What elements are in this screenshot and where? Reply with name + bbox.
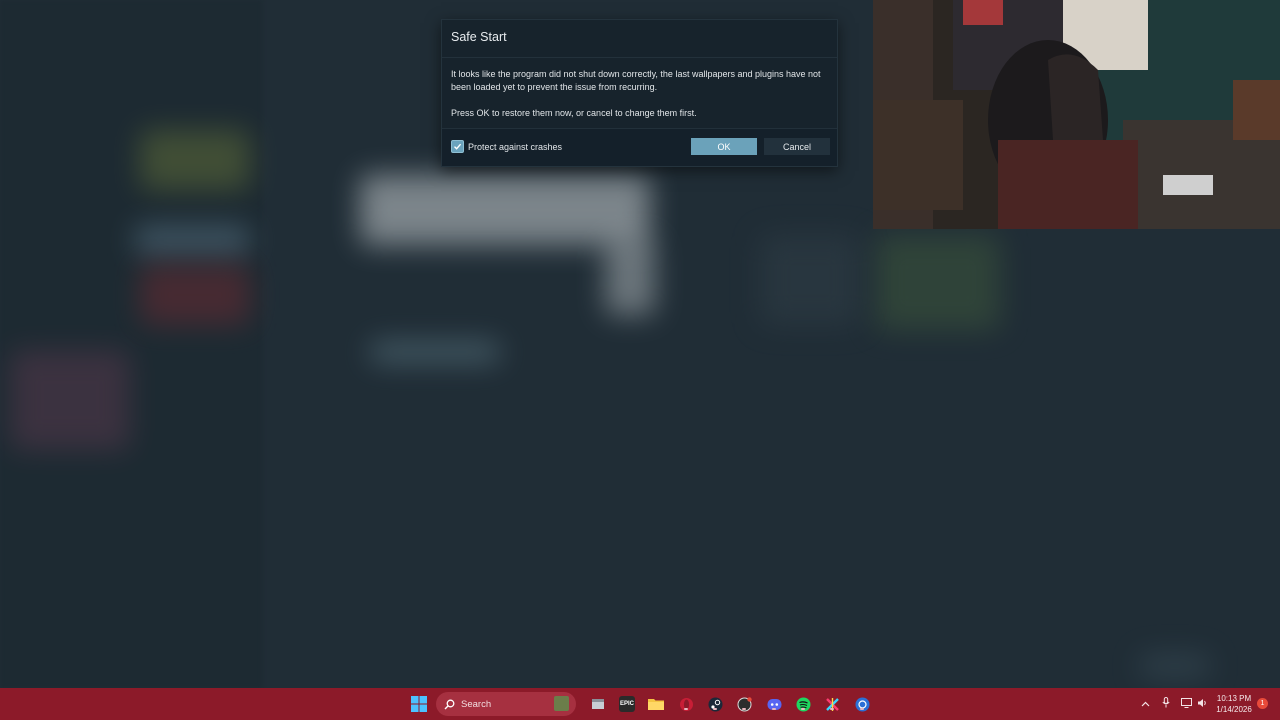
chevron-up-icon[interactable]	[1138, 699, 1152, 710]
checkbox-checked-icon[interactable]	[451, 140, 464, 153]
background-sidebar	[0, 0, 262, 688]
opera-gx-icon[interactable]	[678, 696, 694, 712]
background-blur-shape	[875, 235, 1000, 330]
microphone-icon[interactable]	[1156, 697, 1176, 711]
start-icon[interactable]	[411, 696, 427, 712]
running-indicator	[801, 708, 805, 710]
steam-icon[interactable]	[707, 696, 723, 712]
background-blur-shape	[370, 342, 500, 362]
dialog-message-crash: It looks like the program did not shut d…	[451, 69, 821, 92]
running-indicator	[830, 708, 834, 710]
volume-icon[interactable]	[1194, 698, 1210, 711]
notification-badge[interactable]: 1	[1257, 698, 1268, 709]
taskbar: Search EPIC 10:13 PM 1/14/2026 1	[0, 688, 1280, 720]
system-tray	[1138, 688, 1210, 720]
ok-button[interactable]: OK	[691, 138, 757, 155]
running-indicator	[684, 708, 688, 710]
chatgpt-icon[interactable]	[736, 696, 752, 712]
background-blur-shape	[140, 130, 250, 190]
background-blur-shape	[140, 265, 250, 325]
safe-start-dialog: Safe Start It looks like the program did…	[441, 19, 838, 167]
background-blur-shape	[135, 225, 250, 255]
protect-against-crashes-checkbox[interactable]: Protect against crashes	[451, 140, 562, 153]
minecraft-icon[interactable]	[554, 696, 569, 711]
running-indicator	[713, 708, 717, 710]
taskbar-search[interactable]: Search	[436, 692, 576, 716]
epic-games-icon[interactable]: EPIC	[619, 696, 635, 712]
file-icon[interactable]	[590, 696, 606, 712]
running-indicator	[772, 708, 776, 710]
running-indicator	[742, 708, 746, 710]
dialog-message: It looks like the program did not shut d…	[451, 68, 826, 133]
dialog-footer: Protect against crashes OK Cancel	[442, 128, 837, 166]
search-label: Search	[461, 698, 492, 710]
taskbar-clock[interactable]: 10:13 PM 1/14/2026	[1212, 693, 1256, 715]
background-blur-shape	[605, 240, 655, 315]
webcam-image	[873, 0, 1280, 229]
webcam-overlay	[873, 0, 1280, 229]
clock-time: 10:13 PM	[1216, 694, 1252, 703]
running-indicator	[860, 708, 864, 710]
checkbox-label: Protect against crashes	[468, 141, 563, 152]
clock-date: 1/14/2026	[1216, 705, 1252, 714]
capcut-icon[interactable]	[824, 696, 840, 712]
search-icon	[444, 699, 455, 709]
discord-icon[interactable]	[766, 696, 782, 712]
dialog-message-instructions: Press OK to restore them now, or cancel …	[451, 108, 697, 118]
dialog-divider	[442, 57, 837, 58]
spotify-icon[interactable]	[795, 696, 811, 712]
cancel-button[interactable]: Cancel	[764, 138, 830, 155]
dialog-title: Safe Start	[451, 30, 507, 44]
network-icon[interactable]	[1178, 697, 1194, 711]
background-blur-shape	[10, 350, 130, 450]
file-explorer-icon[interactable]	[648, 696, 664, 712]
background-blur-shape	[360, 175, 650, 245]
background-blur-shape	[1140, 655, 1210, 677]
background-blur-shape	[760, 235, 860, 325]
wallpaper-engine-icon[interactable]	[854, 696, 870, 712]
